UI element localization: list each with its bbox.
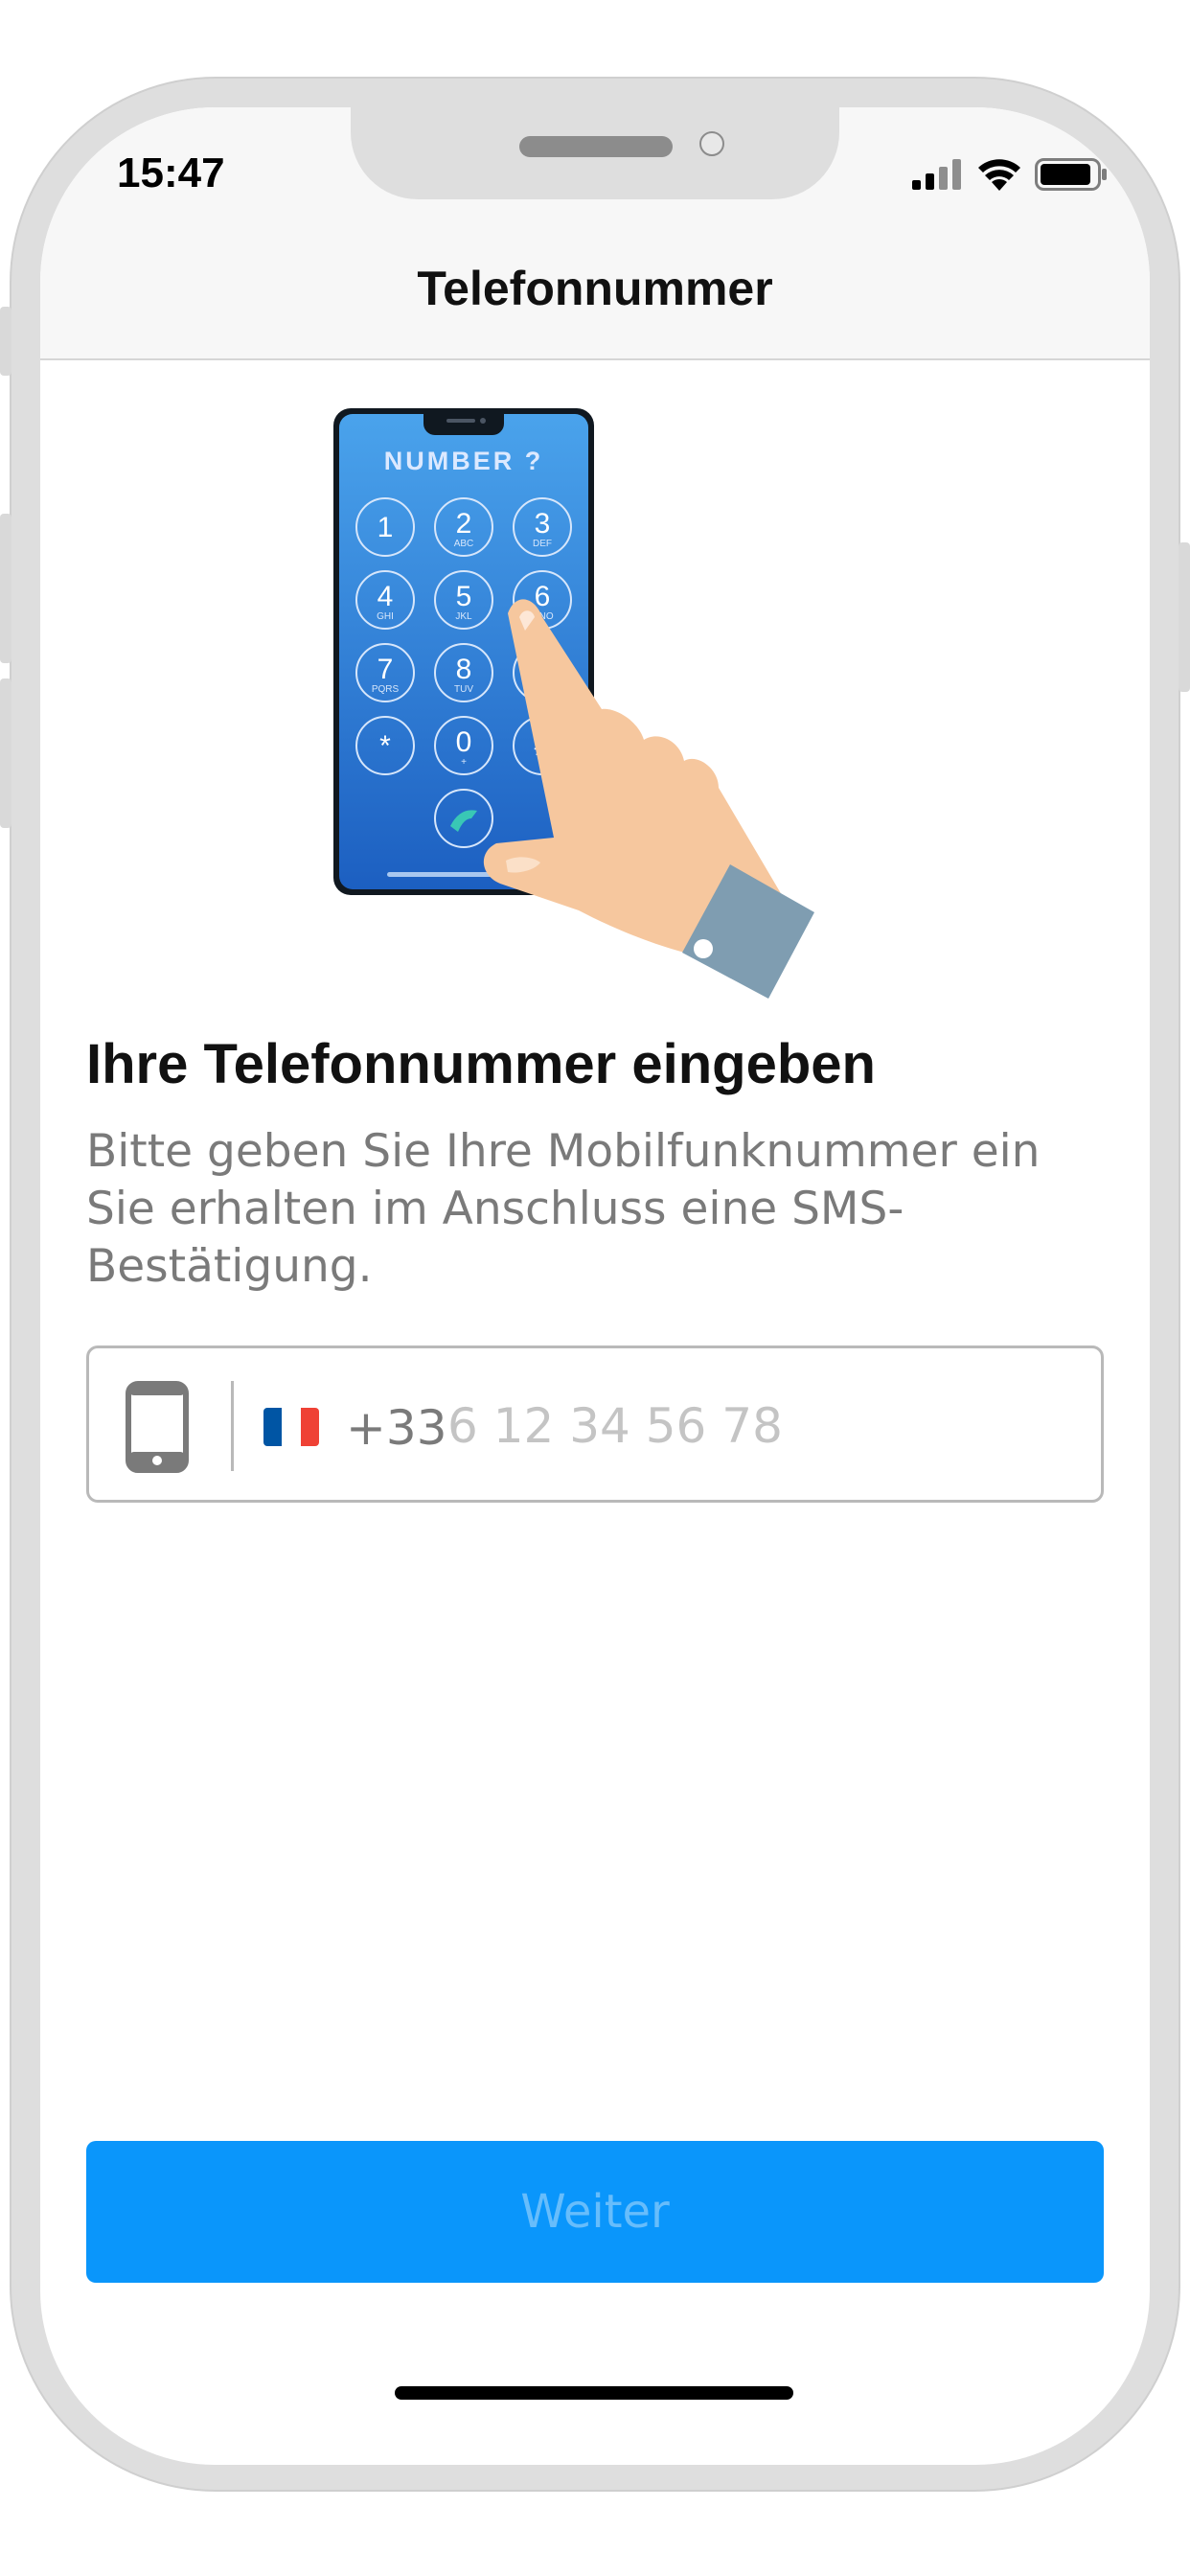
content-description: Bitte geben Sie Ihre Mobilfunknummer ein… [86,1123,1092,1296]
illustration-key-digit: 5 [456,581,472,612]
illustration-key-digit: 7 [378,654,394,685]
device-notch [351,107,839,199]
front-camera [699,131,724,156]
top-bar: 15:47 Telefonnummer [40,107,1150,360]
illustration-key-digit: * [379,730,391,762]
phone-keypad-illustration: NUMBER ? 12ABC3DEF4GHI5JKL6MNO7PQRS8TUV9… [333,408,814,999]
description-line: Sie erhalten im Anschluss eine SMS- [86,1183,904,1235]
description-line: Bitte geben Sie Ihre Mobilfunknummer ein [86,1125,1041,1178]
illustration-key-digit: 3 [535,508,551,540]
description-line: Bestätigung. [86,1240,373,1293]
status-icons [912,155,1108,194]
speaker-grille [519,136,673,157]
page-title: Telefonnummer [417,262,773,315]
illustration-key-digit: 2 [456,508,472,540]
field-divider [231,1381,234,1471]
continue-button[interactable]: Weiter [86,2141,1104,2283]
home-indicator [395,2386,793,2400]
illustration-key-letters: PQRS [372,684,400,695]
phone-screen: 15:47 Telefonnummer NUMBER ? 1 2 ABC 3 D… [40,107,1150,2465]
content-heading: Ihre Telefonnummer eingeben [86,1033,876,1095]
power-button [1179,542,1190,692]
illustration-key-letters: ABC [454,539,474,549]
illustration-key-digit: 1 [378,512,394,543]
illustration-key-letters: JKL [455,611,472,622]
wifi-icon [978,159,1020,191]
signal-icon [912,159,961,190]
phone-number-input[interactable] [447,1391,1061,1461]
app-root: 15:47 Telefonnummer NUMBER ? 1 2 ABC 3 D… [0,0,1190,2576]
country-dial-code[interactable]: +33 [346,1400,447,1456]
illustration-key-letters: DEF [533,539,552,549]
flag-france-icon[interactable] [263,1408,319,1446]
mute-switch [0,307,11,376]
volume-down-button [0,678,11,828]
illustration-key-letters: + [461,757,467,768]
illustration-key-digit: 4 [378,581,394,612]
illustration-key-letters: TUV [454,684,473,695]
mobile-phone-icon [126,1381,189,1473]
illustration-key-letters: GHI [377,611,394,622]
status-time: 15:47 [117,150,225,196]
volume-up-button [0,514,11,663]
battery-icon [1035,158,1107,191]
illustration-key-digit: 8 [456,654,472,685]
illustration-screen-text: NUMBER ? [384,447,544,475]
illustration-key-digit: 0 [456,726,472,758]
phone-number-field[interactable]: +33 [86,1346,1104,1503]
